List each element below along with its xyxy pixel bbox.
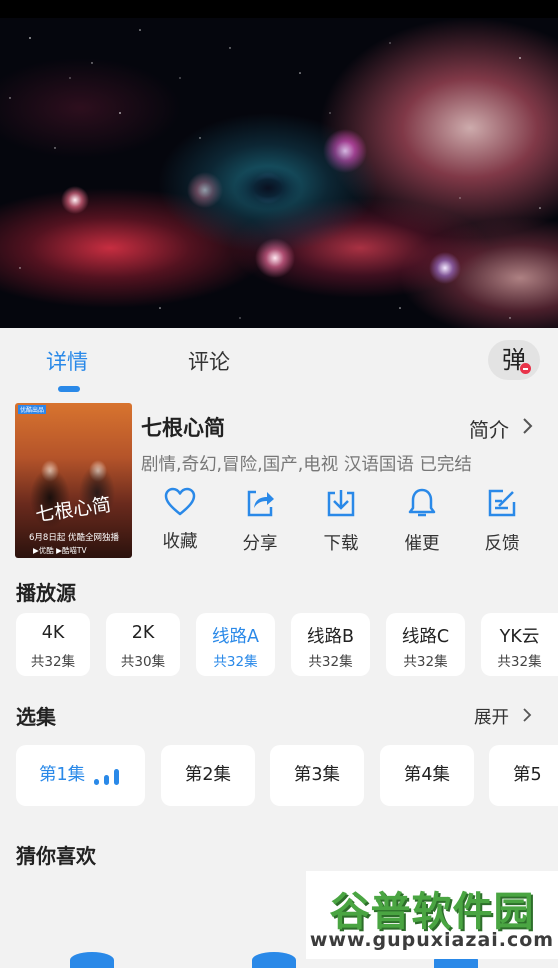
danmu-toggle-button[interactable]: 弹 (488, 340, 540, 380)
episode-4[interactable]: 第4集 (380, 745, 474, 806)
danmu-off-icon (519, 362, 532, 375)
episode-label: 第2集 (184, 765, 232, 785)
share-icon (247, 490, 274, 517)
episode-2[interactable]: 第2集 (161, 745, 255, 806)
recommendations-heading: 猜你喜欢 (16, 844, 96, 868)
poster-figures (15, 443, 132, 538)
source-count: 共32集 (308, 654, 353, 670)
episode-label: 第3集 (293, 765, 341, 785)
tab-detail[interactable]: 详情 (46, 346, 88, 376)
source-2k[interactable]: 2K 共30集 (106, 613, 180, 676)
watermark-url: www.gupuxiazai.com (309, 929, 555, 951)
status-bar (0, 0, 558, 18)
episode-5[interactable]: 第5 (489, 745, 558, 806)
source-4k[interactable]: 4K 共32集 (16, 613, 90, 676)
expand-label: 展开 (474, 708, 509, 728)
download-icon (327, 490, 355, 517)
watermark-logo: 谷普软件园 www.gupuxiazai.com (306, 871, 558, 959)
tab-comment[interactable]: 评论 (188, 346, 230, 376)
recommendation-item[interactable] (70, 952, 114, 968)
share-label: 分享 (242, 534, 278, 554)
episode-label: 第5 (513, 765, 542, 785)
source-name: YK云 (499, 627, 540, 647)
feedback-label: 反馈 (484, 534, 520, 554)
episode-1[interactable]: 第1集 (16, 745, 145, 806)
poster-badge: 优酷出品 (18, 405, 47, 414)
sources-heading: 播放源 (16, 581, 76, 605)
source-count: 共32集 (403, 654, 448, 670)
source-count: 共32集 (497, 654, 542, 670)
source-line-c[interactable]: 线路C 共32集 (386, 613, 465, 676)
source-name: 4K (41, 623, 65, 643)
poster-logos: ▶优酷 ▶酷喵TV (33, 546, 87, 555)
recommendation-item[interactable] (252, 952, 296, 968)
intro-label: 简介 (469, 418, 509, 442)
show-meta: 剧情,奇幻,冒险,国产,电视 汉语国语 已完结 (141, 455, 472, 475)
source-count: 共30集 (120, 654, 166, 670)
edit-icon (488, 489, 516, 517)
source-name: 2K (131, 623, 155, 643)
poster-image[interactable]: 优酷出品 七根心简 6月8日起 优酷全网独播 ▶优酷 ▶酷喵TV (15, 403, 132, 558)
share-button[interactable]: 分享 (230, 487, 290, 555)
remind-update-button[interactable]: 催更 (392, 487, 452, 555)
intro-link[interactable]: 简介 (469, 414, 533, 443)
video-stars (9, 29, 541, 319)
favorite-label: 收藏 (162, 532, 198, 552)
episodes-heading: 选集 (16, 705, 56, 729)
source-yk-cloud[interactable]: YK云 共32集 (481, 613, 558, 676)
source-name: 线路C (401, 627, 450, 647)
source-count: 共32集 (30, 654, 76, 670)
episode-3[interactable]: 第3集 (270, 745, 364, 806)
playing-indicator-icon (94, 769, 120, 785)
feedback-button[interactable]: 反馈 (472, 487, 532, 555)
tab-indicator (58, 386, 80, 392)
source-count: 共32集 (213, 654, 258, 670)
episode-label: 第4集 (403, 765, 451, 785)
source-name: 线路B (306, 627, 354, 647)
chevron-right-icon (523, 708, 532, 722)
show-title: 七根心简 (141, 416, 225, 440)
expand-episodes-button[interactable]: 展开 (474, 704, 532, 729)
episode-label: 第1集 (39, 765, 86, 785)
video-player[interactable] (0, 0, 558, 330)
source-line-b[interactable]: 线路B 共32集 (291, 613, 370, 676)
remind-update-label: 催更 (404, 534, 440, 554)
heart-icon (164, 487, 196, 516)
download-button[interactable]: 下载 (311, 487, 371, 555)
favorite-button[interactable]: 收藏 (150, 487, 210, 553)
poster-date: 6月8日起 优酷全网独播 (29, 533, 120, 543)
download-label: 下载 (323, 534, 359, 554)
source-line-a[interactable]: 线路A 共32集 (196, 613, 275, 676)
bell-icon (408, 488, 436, 517)
chevron-right-icon (523, 418, 533, 434)
source-name: 线路A (212, 627, 259, 647)
